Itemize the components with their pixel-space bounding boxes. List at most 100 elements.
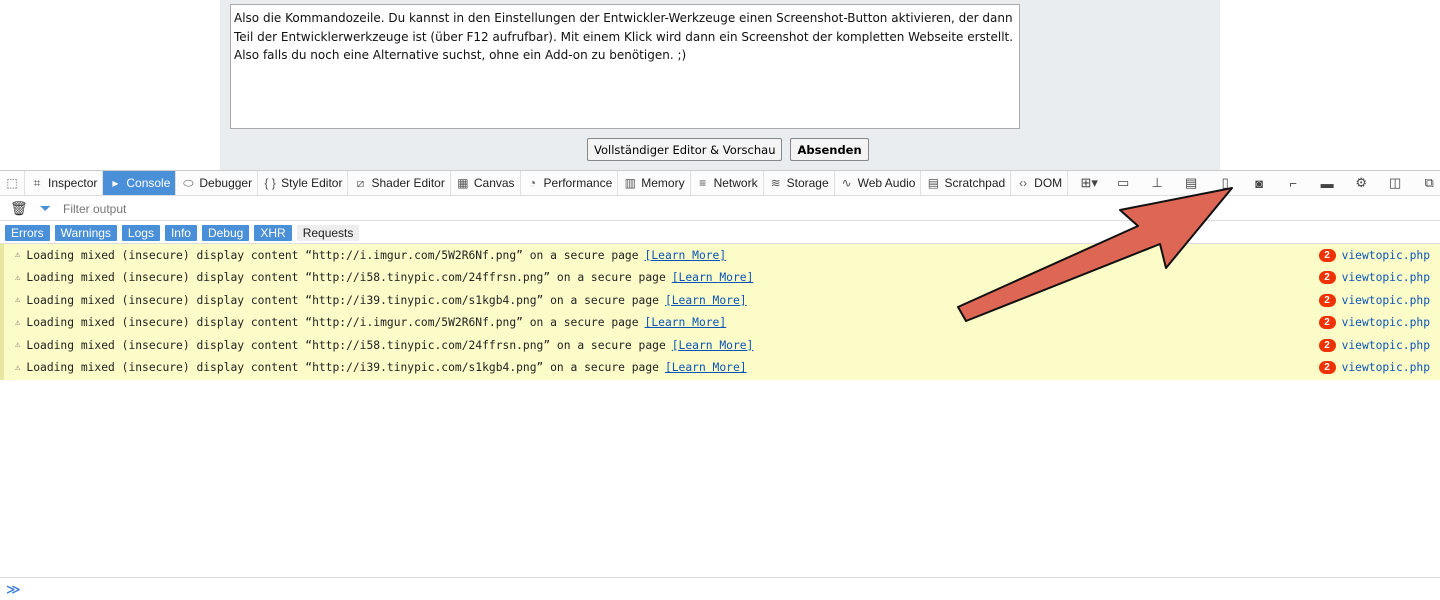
- forum-reply-area: Also die Kommandozeile. Du kannst in den…: [220, 0, 1220, 170]
- tab-web-audio[interactable]: ∿ Web Audio: [835, 171, 922, 195]
- paintflashing-icon[interactable]: ⊥: [1140, 175, 1174, 191]
- braces-icon: { }: [264, 176, 276, 190]
- warning-icon: ⚠: [15, 295, 21, 306]
- trash-icon[interactable]: 🗑: [10, 200, 28, 217]
- settings-gear-icon[interactable]: ⚙: [1344, 175, 1378, 191]
- source-link[interactable]: viewtopic.php: [1342, 294, 1430, 307]
- message-text: Loading mixed (insecure) display content…: [26, 316, 639, 330]
- filter-funnel-icon: ⏷: [39, 200, 51, 216]
- warning-icon: ⚠: [15, 272, 21, 283]
- tab-canvas[interactable]: ▦ Canvas: [451, 171, 521, 195]
- message-text: Loading mixed (insecure) display content…: [26, 248, 639, 262]
- tab-memory[interactable]: ▥ Memory: [618, 171, 691, 195]
- undock-icon[interactable]: ⧉: [1412, 175, 1440, 191]
- pick-element-icon: ⬚: [6, 176, 18, 190]
- tab-label: Console: [126, 176, 171, 190]
- repeat-count-badge: 2: [1318, 316, 1336, 330]
- tab-label: Shader Editor: [371, 176, 445, 190]
- tab-label: Network: [713, 176, 758, 190]
- pick-element-button[interactable]: ⬚: [0, 171, 25, 195]
- tab-dom[interactable]: ‹› DOM: [1011, 171, 1069, 195]
- filter-debug[interactable]: Debug: [201, 224, 250, 241]
- message-text: Loading mixed (insecure) display content…: [26, 361, 659, 375]
- repeat-count-badge: 2: [1318, 248, 1336, 262]
- tab-inspector[interactable]: ⌗ Inspector: [25, 171, 104, 195]
- tab-debugger[interactable]: ⬭ Debugger: [176, 171, 259, 195]
- tab-performance[interactable]: ◔ Performance: [521, 171, 619, 195]
- console-message: ⚠ Loading mixed (insecure) display conten…: [4, 312, 1440, 335]
- learn-more-link[interactable]: [Learn More]: [645, 249, 727, 262]
- tab-label: Web Audio: [857, 176, 916, 190]
- tab-label: Memory: [641, 176, 685, 190]
- memory-icon: ▥: [624, 176, 636, 190]
- filter-info[interactable]: Info: [164, 224, 197, 241]
- split-console-icon[interactable]: ▭: [1106, 175, 1140, 191]
- console-output: ⚠ Loading mixed (insecure) display conten…: [0, 244, 1440, 380]
- console-message: ⚠ Loading mixed (insecure) display conten…: [4, 357, 1440, 380]
- learn-more-link[interactable]: [Learn More]: [672, 339, 754, 352]
- rulers-icon[interactable]: ⌐: [1276, 176, 1310, 191]
- tab-shader-editor[interactable]: ⧄ Shader Editor: [348, 171, 451, 195]
- message-text: Loading mixed (insecure) display content…: [26, 338, 666, 352]
- message-text: Loading mixed (insecure) display content…: [26, 293, 659, 307]
- submit-button[interactable]: Absenden: [790, 138, 869, 161]
- prompt-icon: ≫: [6, 581, 21, 597]
- shader-icon: ⧄: [356, 175, 365, 190]
- filter-xhr[interactable]: XHR: [254, 224, 292, 241]
- screenshot-camera-icon[interactable]: ◙: [1242, 176, 1276, 191]
- filter-input[interactable]: [62, 201, 363, 216]
- canvas-icon: ▦: [457, 176, 469, 190]
- devtools-toolbar: ⬚ ⌗ Inspector ▸ Console ⬭ Debugger { } Style Ed…: [0, 170, 1440, 196]
- network-icon: ≡: [699, 176, 707, 190]
- tab-network[interactable]: ≡ Network: [691, 171, 764, 195]
- tab-label: Debugger: [199, 176, 253, 190]
- dom-icon: ‹›: [1019, 176, 1028, 190]
- performance-icon: ◔: [528, 176, 537, 190]
- measure-icon[interactable]: ▬: [1310, 176, 1344, 191]
- source-link[interactable]: viewtopic.php: [1342, 361, 1430, 374]
- reply-textarea[interactable]: Also die Kommandozeile. Du kannst in den…: [230, 4, 1020, 129]
- scratchpad-tool-icon[interactable]: ▤: [1174, 175, 1208, 191]
- tab-storage[interactable]: ≋ Storage: [764, 171, 835, 195]
- warning-icon: ⚠: [15, 250, 21, 261]
- console-icon: ▸: [112, 176, 119, 190]
- source-link[interactable]: viewtopic.php: [1342, 339, 1430, 352]
- learn-more-link[interactable]: [Learn More]: [665, 294, 747, 307]
- console-message: ⚠ Loading mixed (insecure) display conten…: [4, 244, 1440, 267]
- filter-errors[interactable]: Errors: [5, 224, 50, 241]
- dock-side-icon[interactable]: ◫: [1378, 175, 1412, 191]
- responsive-mode-icon[interactable]: ▯: [1208, 175, 1242, 191]
- filter-requests[interactable]: Requests: [296, 224, 360, 241]
- console-message: ⚠ Loading mixed (insecure) display conten…: [4, 334, 1440, 357]
- warning-icon: ⚠: [15, 340, 21, 351]
- full-editor-preview-button[interactable]: Vollständiger Editor & Vorschau: [587, 138, 783, 161]
- tab-style-editor[interactable]: { } Style Editor: [258, 171, 349, 195]
- repeat-count-badge: 2: [1318, 338, 1336, 352]
- scratchpad-icon: ▤: [927, 176, 940, 190]
- source-link[interactable]: viewtopic.php: [1342, 271, 1430, 284]
- tab-label: Style Editor: [281, 176, 343, 190]
- console-input[interactable]: ≫: [0, 577, 1440, 600]
- tab-console[interactable]: ▸ Console: [103, 171, 177, 195]
- learn-more-link[interactable]: [Learn More]: [645, 316, 727, 329]
- layout-icon[interactable]: ⊞▾: [1072, 175, 1106, 191]
- source-link[interactable]: viewtopic.php: [1342, 249, 1430, 262]
- tab-scratchpad[interactable]: ▤ Scratchpad: [921, 171, 1012, 195]
- learn-more-link[interactable]: [Learn More]: [665, 361, 747, 374]
- wave-icon: ∿: [841, 176, 852, 190]
- tab-label: Performance: [543, 176, 613, 190]
- console-message: ⚠ Loading mixed (insecure) display conten…: [4, 267, 1440, 290]
- filter-logs[interactable]: Logs: [121, 224, 160, 241]
- tab-label: Storage: [786, 176, 829, 190]
- warning-icon: ⚠: [15, 317, 21, 328]
- storage-icon: ≋: [770, 176, 781, 190]
- source-link[interactable]: viewtopic.php: [1342, 316, 1430, 329]
- tab-label: Canvas: [473, 176, 515, 190]
- warning-icon: ⚠: [15, 362, 21, 373]
- learn-more-link[interactable]: [Learn More]: [672, 271, 754, 284]
- filter-warnings[interactable]: Warnings: [54, 224, 117, 241]
- inspector-icon: ⌗: [33, 175, 41, 190]
- console-message: ⚠ Loading mixed (insecure) display conten…: [4, 289, 1440, 312]
- repeat-count-badge: 2: [1318, 361, 1336, 375]
- tab-label: Scratchpad: [944, 176, 1006, 190]
